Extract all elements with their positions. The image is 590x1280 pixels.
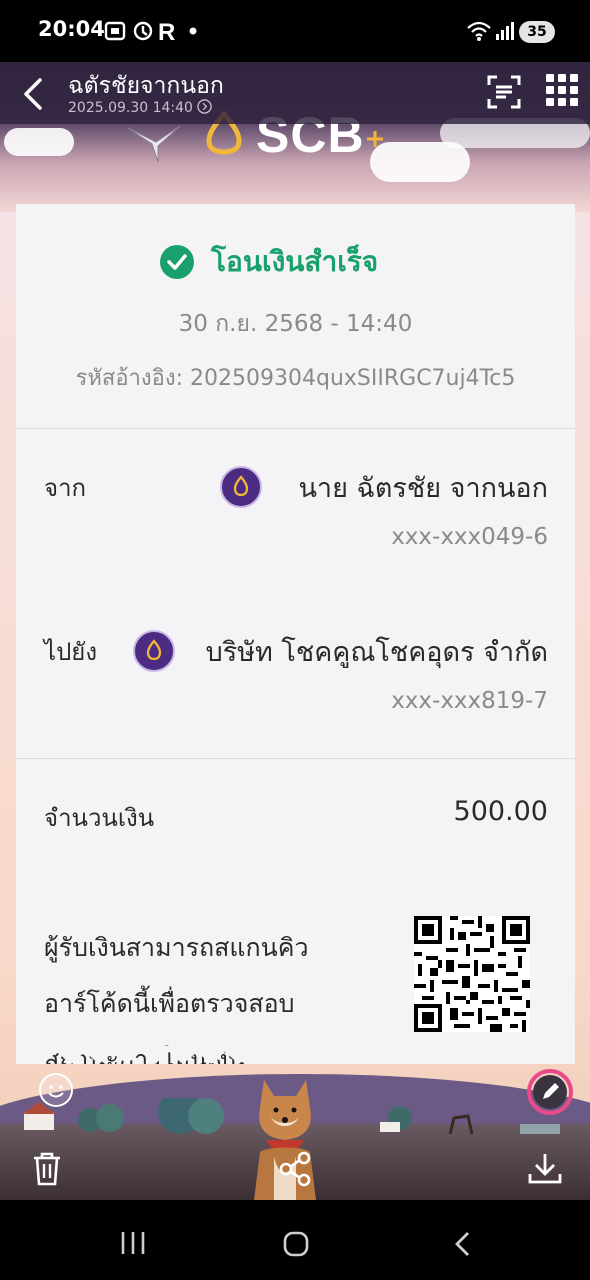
vpn-icon: [133, 21, 153, 41]
date-label: 2025.09.30 14:40: [68, 100, 193, 116]
qr-note: ผู้รับเงินสามารถสแกนคิว อาร์โค้ดนี้เพื่อ…: [44, 920, 374, 1064]
battery-indicator: 35: [519, 21, 555, 43]
back-nav-button[interactable]: [452, 1230, 474, 1258]
status-time: 20:04: [38, 17, 105, 41]
to-account: xxx-xxx819-7: [391, 688, 548, 714]
cloud-decoration: [4, 128, 74, 156]
slip-tear-edge: [16, 1046, 575, 1064]
edit-button[interactable]: [526, 1068, 574, 1116]
transfer-status: โอนเงินสำเร็จ: [211, 245, 379, 278]
chevron-right-circle-icon: [197, 99, 213, 114]
reference-row: รหัสอ้างอิง: 202509304quxSIIRGC7uj4Tc5: [16, 360, 575, 395]
share-button[interactable]: [278, 1150, 312, 1188]
download-button[interactable]: [526, 1150, 564, 1186]
transfer-datetime: 30 ก.ย. 2568 - 14:40: [178, 311, 413, 337]
reference-label: รหัสอ้างอิง:: [75, 366, 184, 391]
divider: [16, 758, 575, 759]
wifi-icon: [467, 21, 491, 41]
back-button[interactable]: [18, 74, 48, 114]
scb-bank-avatar: [133, 630, 175, 672]
notification-dot-icon: [189, 27, 197, 35]
reference-value: 202509304quxSIIRGC7uj4Tc5: [190, 366, 516, 391]
qr-note-line: อาร์โค้ดนี้เพื่อตรวจสอบ: [44, 989, 295, 1018]
amount-value: 500.00: [453, 796, 548, 827]
to-name: บริษัท โชคคูณโชคอุดร จำกัด: [205, 637, 548, 668]
screenshot-icon: [104, 21, 126, 41]
from-label: จาก: [44, 474, 87, 502]
status-bar: 20:04 R 35: [0, 0, 590, 62]
svg-text:R: R: [158, 19, 175, 44]
slip-viewer: SCB ฉตัรชัยจากนอก 2025.09.30 14:40 โอนเง…: [0, 62, 590, 1200]
divider: [16, 428, 575, 429]
qr-note-line: ผู้รับเงินสามารถสแกนคิว: [44, 933, 309, 962]
page-subtitle[interactable]: 2025.09.30 14:40: [68, 99, 213, 116]
check-circle-icon: [160, 245, 194, 279]
from-name: นาย ฉัตรชัย จากนอก: [298, 473, 548, 504]
home-button[interactable]: [282, 1230, 310, 1258]
to-label: ไปยัง: [44, 638, 98, 666]
from-account: xxx-xxx049-6: [391, 524, 548, 550]
r-app-icon: R: [158, 19, 175, 44]
sparkle-icon: [367, 131, 383, 147]
app-bar: ฉตัรชัยจากนอก 2025.09.30 14:40: [0, 62, 590, 124]
amount-label: จำนวนเงิน: [44, 804, 155, 832]
cloud-decoration: [370, 142, 470, 182]
bird-decoration: [127, 125, 181, 163]
signal-icon: [496, 22, 514, 40]
recent-apps-button[interactable]: [118, 1230, 148, 1256]
grid-menu-button[interactable]: [544, 72, 580, 108]
verification-qr-code: [414, 916, 530, 1032]
scb-bank-avatar: [220, 466, 262, 508]
sticker-button[interactable]: [38, 1072, 74, 1108]
system-nav-bar: [0, 1200, 590, 1280]
scan-text-button[interactable]: [484, 72, 524, 112]
transfer-slip-card: โอนเงินสำเร็จ 30 ก.ย. 2568 - 14:40 รหัสอ…: [16, 204, 575, 1064]
delete-button[interactable]: [30, 1150, 64, 1188]
